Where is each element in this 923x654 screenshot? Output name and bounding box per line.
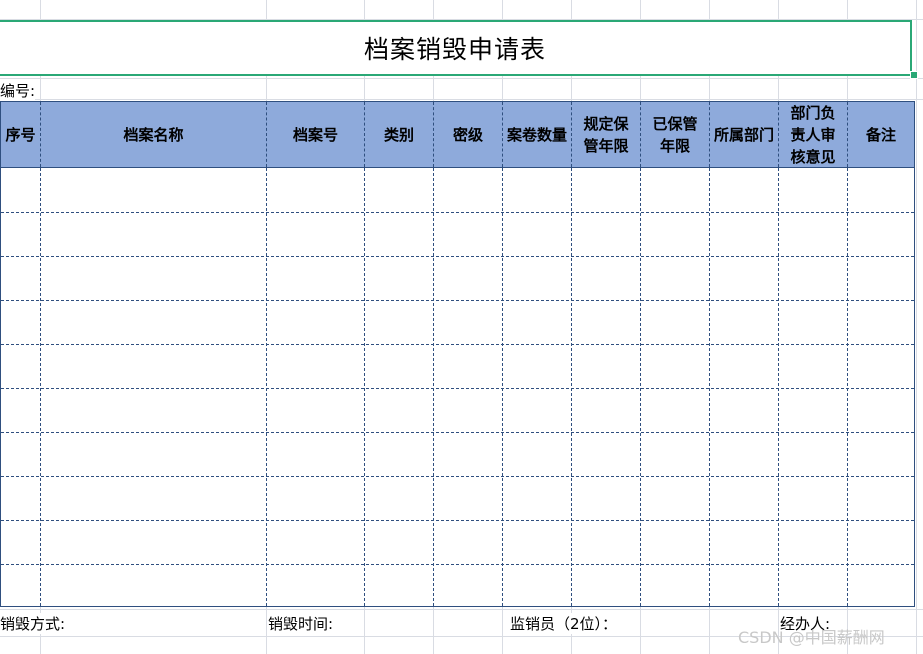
supervisor-label[interactable]: 监销员（2位）： <box>510 613 618 634</box>
header-cell-required-retention[interactable]: 规定保管年限 <box>572 102 641 167</box>
header-cell-category[interactable]: 类别 <box>365 102 434 167</box>
header-cell-department[interactable]: 所属部门 <box>710 102 779 167</box>
form-title-cell[interactable]: 档案销毁申请表 <box>0 20 912 76</box>
header-cell-index[interactable]: 序号 <box>1 102 41 167</box>
column-divider <box>502 168 503 606</box>
column-divider <box>266 168 267 606</box>
selection-fill-handle[interactable] <box>910 71 918 79</box>
column-divider <box>433 168 434 606</box>
row-divider <box>1 212 914 213</box>
header-cell-file-number[interactable]: 档案号 <box>267 102 365 167</box>
header-cell-volume-count[interactable]: 案卷数量 <box>503 102 572 167</box>
row-divider <box>1 388 914 389</box>
row-divider <box>1 520 914 521</box>
column-divider <box>847 168 848 606</box>
row-divider <box>1 432 914 433</box>
destruction-method-label[interactable]: 销毁方式: <box>0 613 66 634</box>
header-cell-security-level[interactable]: 密级 <box>434 102 503 167</box>
row-divider <box>1 300 914 301</box>
row-divider <box>1 476 914 477</box>
column-divider <box>364 168 365 606</box>
header-cell-dept-approval[interactable]: 部门负责人审核意见 <box>779 102 848 167</box>
number-label[interactable]: 编号: <box>0 80 36 101</box>
header-cell-retained-years[interactable]: 已保管年限 <box>641 102 710 167</box>
row-divider <box>1 564 914 565</box>
table-header-row: 序号 档案名称 档案号 类别 密级 案卷数量 规定保管年限 已保管年限 所属部门… <box>1 102 914 168</box>
row-divider <box>1 344 914 345</box>
column-divider <box>571 168 572 606</box>
column-divider <box>640 168 641 606</box>
form-title: 档案销毁申请表 <box>363 35 546 64</box>
column-divider <box>709 168 710 606</box>
header-cell-name[interactable]: 档案名称 <box>41 102 267 167</box>
destruction-time-label[interactable]: 销毁时间: <box>268 613 334 634</box>
column-divider <box>40 168 41 606</box>
column-divider <box>778 168 779 606</box>
watermark-text: CSDN @中国薪酬网 <box>738 628 885 647</box>
row-divider <box>1 256 914 257</box>
records-table: 序号 档案名称 档案号 类别 密级 案卷数量 规定保管年限 已保管年限 所属部门… <box>0 101 915 607</box>
header-cell-remarks[interactable]: 备注 <box>848 102 914 167</box>
